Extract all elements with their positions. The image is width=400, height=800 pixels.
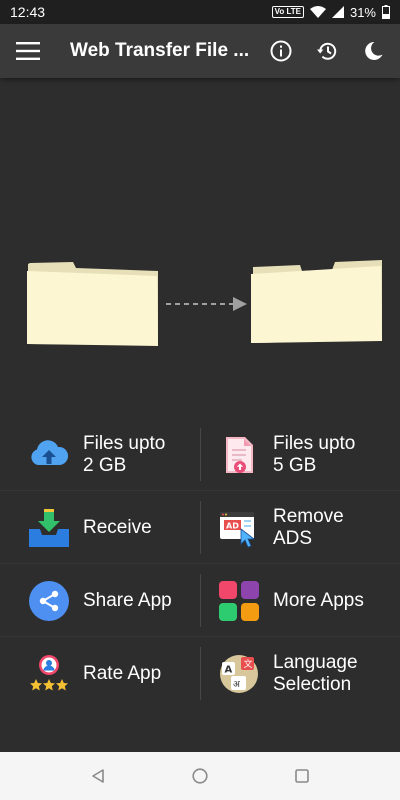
feature-label: Files upto 2 GB (83, 432, 166, 476)
feature-row: Rate App A 文 अ Language Selection (0, 637, 400, 710)
system-nav-bar (0, 752, 400, 800)
rate-app-option[interactable]: Rate App (0, 637, 200, 710)
language-selection-option[interactable]: A 文 अ Language Selection (200, 637, 400, 710)
recents-icon (295, 769, 309, 783)
history-button[interactable] (304, 28, 350, 74)
column-divider (200, 501, 201, 554)
files-5gb-option[interactable]: Files upto 5 GB (200, 418, 400, 491)
feature-label: Files upto 5 GB (273, 432, 356, 476)
app-title: Web Transfer File ... (70, 40, 250, 61)
back-button[interactable] (78, 756, 118, 796)
remove-ads-icon: AD (218, 507, 260, 549)
download-tray-icon (28, 507, 70, 549)
dashed-arrow-icon (166, 297, 247, 311)
info-button[interactable] (258, 28, 304, 74)
share-app-option[interactable]: Share App (0, 564, 200, 637)
remove-ads-option[interactable]: AD Remove ADS (200, 491, 400, 564)
feature-label: Remove ADS (273, 505, 344, 549)
feature-row: Share App More Apps (0, 564, 400, 637)
history-icon (317, 42, 337, 60)
menu-button[interactable] (0, 24, 56, 78)
file-upload-icon (218, 434, 260, 476)
home-icon (192, 768, 208, 784)
feature-row: Files upto 2 GB Files upto 5 GB (0, 418, 400, 491)
info-icon (270, 40, 292, 62)
battery-percent: 31% (349, 4, 376, 20)
battery-icon (382, 5, 390, 19)
signal-icon (331, 6, 344, 18)
column-divider (200, 574, 201, 627)
svg-text:अ: अ (233, 680, 241, 690)
menu-icon (16, 42, 40, 60)
feature-label: Language Selection (273, 651, 358, 695)
more-apps-icon (218, 580, 260, 622)
column-divider (200, 647, 201, 700)
receive-option[interactable]: Receive (0, 491, 200, 564)
feature-label: More Apps (273, 589, 364, 611)
share-icon (28, 580, 70, 622)
feature-label: Receive (83, 516, 152, 538)
app-bar-actions (258, 28, 396, 74)
svg-text:文: 文 (244, 658, 253, 670)
dark-mode-button[interactable] (350, 28, 396, 74)
back-icon (92, 769, 104, 783)
svg-text:AD: AD (226, 521, 239, 530)
status-icons: Vo LTE 31% (271, 4, 390, 20)
folder-icon (251, 260, 382, 343)
rate-star-icon (28, 653, 70, 695)
dark-mode-icon (365, 41, 383, 60)
feature-row: Receive AD Remove ADS (0, 491, 400, 564)
recents-button[interactable] (282, 756, 322, 796)
volte-icon: Vo LTE (271, 6, 304, 18)
app-bar: Web Transfer File ... (0, 24, 400, 78)
screen: 12:43 Vo LTE 31% Web Transfer File ... F… (0, 0, 400, 800)
status-bar: 12:43 Vo LTE 31% (0, 0, 400, 24)
feature-label: Rate App (83, 662, 162, 684)
files-2gb-option[interactable]: Files upto 2 GB (0, 418, 200, 491)
column-divider (200, 428, 201, 481)
svg-text:A: A (225, 664, 233, 675)
cloud-upload-icon (28, 434, 70, 476)
home-button[interactable] (180, 756, 220, 796)
more-apps-option[interactable]: More Apps (200, 564, 400, 637)
feature-grid: Files upto 2 GB Files upto 5 GB Receive … (0, 418, 400, 710)
folder-icon (27, 262, 158, 346)
feature-label: Share App (83, 589, 172, 611)
wifi-icon (309, 6, 326, 18)
status-time: 12:43 (10, 4, 46, 20)
language-icon: A 文 अ (218, 653, 260, 695)
transfer-illustration (0, 78, 400, 418)
